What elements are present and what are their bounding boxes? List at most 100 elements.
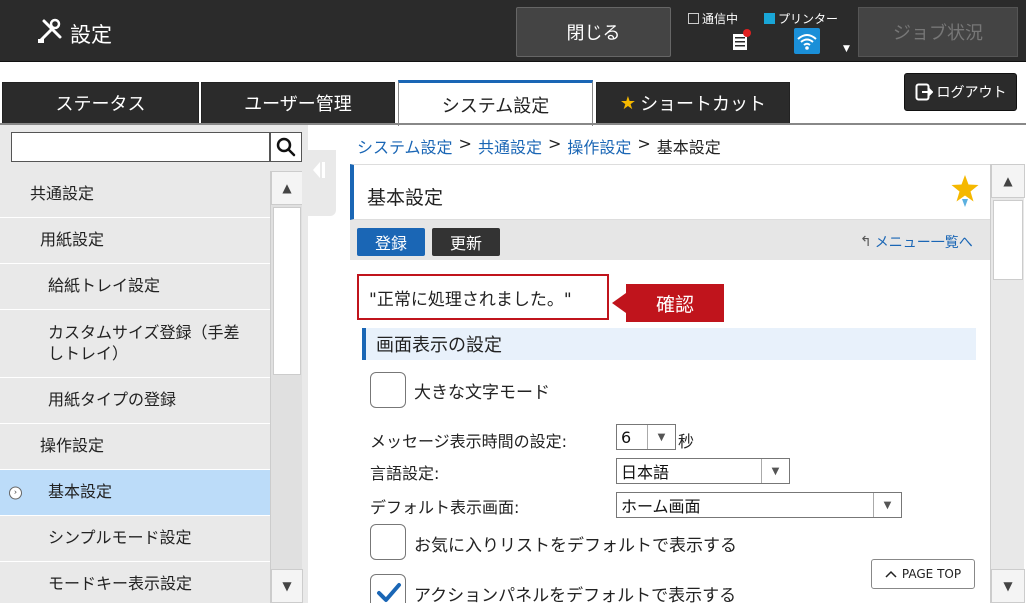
printer-status: プリンター <box>764 10 838 27</box>
printer-label: プリンター <box>778 12 839 26</box>
sidebar-scrollbar[interactable]: ▲ ▼ <box>270 171 303 603</box>
tab-system-settings[interactable]: システム設定 <box>398 80 593 126</box>
main-scrollbar[interactable]: ▲ ▼ <box>990 164 1025 603</box>
checkmark-icon <box>377 583 401 602</box>
action-panel-checkbox[interactable] <box>370 574 406 603</box>
top-bar: 設定 閉じる 通信中 プリンター ▼ ジョブ状況 <box>0 0 1026 62</box>
breadcrumb-link[interactable]: システム設定 <box>357 134 453 158</box>
large-text-label: 大きな文字モード <box>414 383 550 403</box>
language-value: 日本語 <box>621 463 670 482</box>
sidebar-item-simple-mode[interactable]: シンプルモード設定 <box>0 516 270 562</box>
scroll-up-icon[interactable]: ▲ <box>271 171 303 205</box>
default-screen-value: ホーム画面 <box>621 497 701 516</box>
action-panel-label: アクションパネルをデフォルトで表示する <box>414 586 737 603</box>
page-title: 基本設定 <box>367 187 444 209</box>
status-area: 通信中 プリンター ▼ <box>686 4 856 58</box>
tab-shortcut[interactable]: ★ ショートカット <box>596 82 790 124</box>
scroll-thumb[interactable] <box>993 200 1023 280</box>
default-screen-label: デフォルト表示画面: <box>370 498 520 517</box>
collapse-left-icon <box>313 162 325 178</box>
sidebar-item-paper-settings[interactable]: 用紙設定 <box>0 218 270 264</box>
breadcrumb: システム設定 > 共通設定 > 操作設定 > 基本設定 <box>357 134 721 158</box>
menu-list-link[interactable]: ↰ メニュー一覧へ <box>860 232 973 252</box>
page-header: 基本設定 <box>350 164 990 220</box>
language-label: 言語設定: <box>370 464 440 483</box>
logout-button[interactable]: ログアウト <box>904 73 1017 111</box>
logout-icon <box>915 83 933 101</box>
sidebar-item-label: シンプルモード設定 <box>48 528 192 548</box>
favorites-checkbox[interactable] <box>370 524 406 560</box>
sidebar-item-custom-size[interactable]: カスタムサイズ登録（手差しトレイ） <box>0 310 270 378</box>
sidebar-item-label: 用紙設定 <box>40 230 105 250</box>
sidebar-item-basic-settings[interactable]: › 基本設定 <box>0 470 270 516</box>
search-icon <box>276 137 296 157</box>
breadcrumb-separator: > <box>637 134 651 153</box>
logout-label: ログアウト <box>936 85 1007 101</box>
msg-time-select[interactable]: 6 ▼ <box>616 424 676 450</box>
menu-list-link-label: メニュー一覧へ <box>874 235 973 251</box>
chevron-down-icon: ▼ <box>761 459 789 483</box>
breadcrumb-link[interactable]: 操作設定 <box>567 134 631 158</box>
large-text-checkbox[interactable] <box>370 372 406 408</box>
sidebar-item-label: モードキー表示設定 <box>48 574 193 594</box>
success-message: "正常に処理されました。" <box>357 274 609 320</box>
favorite-star-icon[interactable] <box>950 173 980 209</box>
tab-user-management[interactable]: ユーザー管理 <box>201 82 395 124</box>
sidebar-item-label: カスタムサイズ登録（手差しトレイ） <box>48 322 240 363</box>
sidebar-item-operation-settings[interactable]: 操作設定 <box>0 424 270 470</box>
breadcrumb-separator: > <box>458 134 472 153</box>
chevron-up-icon <box>885 570 897 578</box>
sidebar-collapse-handle[interactable] <box>302 150 336 216</box>
sidebar-search-input[interactable] <box>11 132 270 162</box>
page-top-button[interactable]: PAGE TOP <box>871 559 975 589</box>
sidebar-item-label: 給紙トレイ設定 <box>48 276 161 296</box>
scroll-up-icon[interactable]: ▲ <box>991 164 1025 198</box>
language-select[interactable]: 日本語 ▼ <box>616 458 790 484</box>
scroll-down-icon[interactable]: ▼ <box>991 569 1025 603</box>
printer-indicator-icon <box>764 13 775 24</box>
status-dropdown-icon[interactable]: ▼ <box>843 44 850 54</box>
default-screen-select[interactable]: ホーム画面 ▼ <box>616 492 902 518</box>
search-button[interactable] <box>270 132 302 162</box>
sidebar-item-tray-settings[interactable]: 給紙トレイ設定 <box>0 264 270 310</box>
star-icon: ★ <box>619 92 637 114</box>
sidebar-item-paper-type[interactable]: 用紙タイプの登録 <box>0 378 270 424</box>
sidebar-item-mode-key[interactable]: モードキー表示設定 <box>0 562 270 603</box>
close-button[interactable]: 閉じる <box>516 7 671 57</box>
comm-indicator-icon <box>688 13 699 24</box>
sidebar-menu: 共通設定 用紙設定 給紙トレイ設定 カスタムサイズ登録（手差しトレイ） 用紙タイ… <box>0 171 270 603</box>
msg-time-label: メッセージ表示時間の設定: <box>370 432 568 451</box>
sidebar-item-common-settings[interactable]: 共通設定 <box>0 171 270 218</box>
callout-pointer <box>612 293 626 313</box>
breadcrumb-separator: > <box>547 134 562 153</box>
scroll-down-icon[interactable]: ▼ <box>271 569 303 603</box>
chevron-down-icon: ▼ <box>647 425 675 449</box>
return-icon: ↰ <box>860 234 872 250</box>
update-button[interactable]: 更新 <box>432 228 500 256</box>
section-heading: 画面表示の設定 <box>362 328 976 360</box>
tab-status[interactable]: ステータス <box>2 82 199 124</box>
action-bar: 登録 更新 ↰ メニュー一覧へ <box>350 220 990 260</box>
main-panel: 基本設定 登録 更新 ↰ メニュー一覧へ "正常に処理されました。" 確認 画面… <box>350 164 990 603</box>
tab-bar: ステータス ユーザー管理 システム設定 ★ ショートカット <box>0 80 1026 126</box>
wifi-icon[interactable] <box>794 28 820 54</box>
register-button[interactable]: 登録 <box>357 228 425 256</box>
comm-status: 通信中 <box>688 10 738 27</box>
tools-icon <box>36 17 64 50</box>
sidebar-item-label: 基本設定 <box>48 482 113 502</box>
breadcrumb-current: 基本設定 <box>656 138 721 157</box>
msg-time-unit: 秒 <box>678 432 695 451</box>
msg-time-value: 6 <box>621 427 632 447</box>
confirm-callout: 確認 <box>612 284 724 322</box>
confirm-label: 確認 <box>626 284 724 322</box>
sidebar-item-label: 共通設定 <box>30 183 95 203</box>
app-title-text: 設定 <box>70 22 112 47</box>
breadcrumb-link[interactable]: 共通設定 <box>478 134 542 158</box>
selected-indicator-icon: › <box>9 486 22 499</box>
tab-shortcut-label: ショートカット <box>640 94 767 115</box>
scroll-thumb[interactable] <box>273 207 301 375</box>
sidebar: 共通設定 用紙設定 給紙トレイ設定 カスタムサイズ登録（手差しトレイ） 用紙タイ… <box>0 125 308 603</box>
job-status-button[interactable]: ジョブ状況 <box>858 7 1018 57</box>
app-title: 設定 <box>36 17 112 50</box>
chevron-down-icon: ▼ <box>873 493 901 517</box>
